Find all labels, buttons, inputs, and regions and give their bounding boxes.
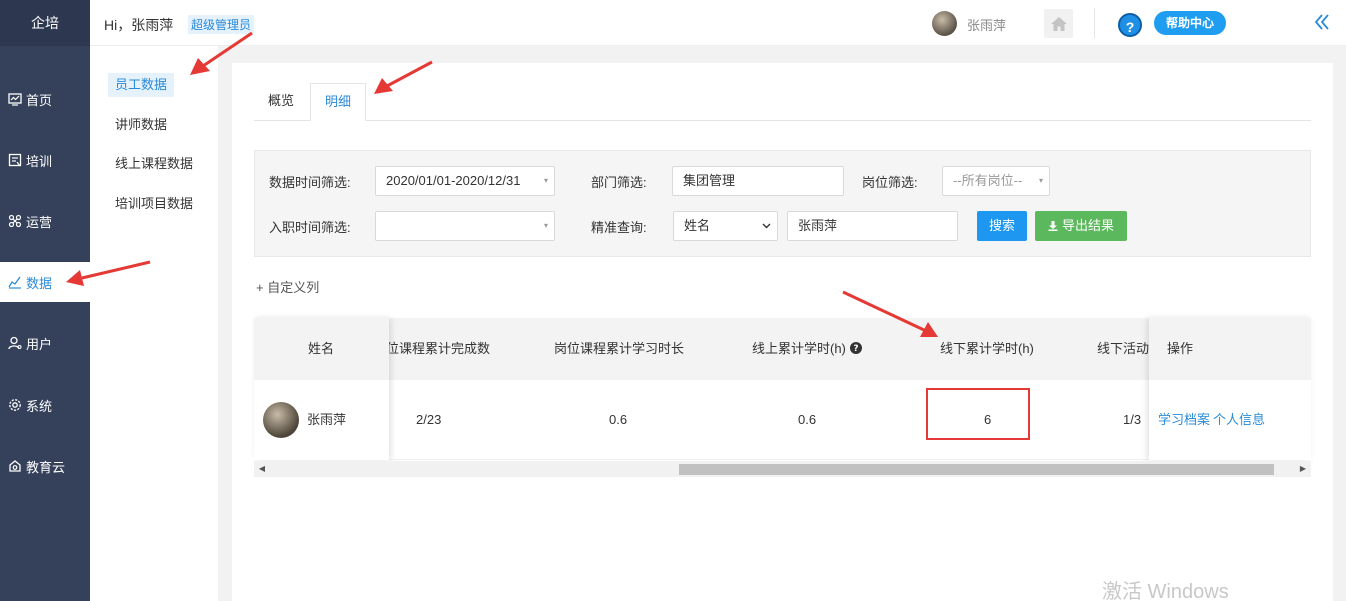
- header-username[interactable]: 张雨萍: [967, 15, 1006, 34]
- chevron-down-icon: ▾: [1038, 176, 1043, 185]
- fixed-name-column: 姓名 张雨萍: [254, 318, 389, 460]
- dept-filter-label: 部门筛选:: [591, 175, 647, 190]
- role-badge: 超级管理员: [188, 15, 255, 34]
- cell-offline-hours: 6: [984, 412, 992, 427]
- top-header: Hi，张雨萍 超级管理员 张雨萍 ? 帮助中心: [90, 0, 1346, 46]
- employee-data-table: 位课程累计完成数 岗位课程累计学习时长 线上累计学时(h) ? 线下累计学时(h…: [254, 318, 1311, 478]
- avatar[interactable]: [932, 11, 957, 36]
- chevron-down-icon: ▾: [543, 221, 548, 230]
- tab-bar: 概览 明细: [254, 83, 1311, 121]
- home-button[interactable]: [1044, 9, 1073, 38]
- chevron-down-icon: ▾: [543, 176, 548, 185]
- download-icon: [1048, 221, 1058, 231]
- post-filter-select[interactable]: --所有岗位-- ▾: [942, 166, 1050, 196]
- precise-query-label: 精准查询:: [591, 220, 647, 235]
- cell-post-course-done: 2/23: [416, 412, 442, 427]
- submenu-item-online-course-data[interactable]: 线上课程数据: [108, 152, 200, 176]
- scrollbar-thumb[interactable]: [679, 464, 1274, 475]
- search-button[interactable]: 搜索: [977, 211, 1027, 241]
- chevron-down-icon: [762, 212, 771, 240]
- post-filter-label: 岗位筛选:: [862, 175, 918, 190]
- cell-post-course-hours: 0.6: [609, 412, 628, 427]
- dashboard-icon: [8, 92, 22, 106]
- learning-archive-link[interactable]: 学习档案: [1158, 380, 1210, 460]
- header-divider: [1094, 8, 1095, 38]
- nav-item-data[interactable]: 数据: [0, 262, 90, 302]
- dept-filter-input[interactable]: 集团管理: [672, 166, 844, 196]
- cell-online-hours: 0.6: [798, 412, 817, 427]
- join-time-range-input[interactable]: ▾: [375, 211, 555, 241]
- cell-offline-activity: 1/3: [1123, 412, 1142, 427]
- nav-item-system[interactable]: 系统: [0, 385, 90, 425]
- filter-panel: 数据时间筛选: 2020/01/01-2020/12/31 ▾ 部门筛选: 集团管…: [254, 150, 1311, 257]
- precise-query-input[interactable]: 张雨萍: [787, 211, 958, 241]
- submenu-item-employee-data[interactable]: 员工数据: [108, 73, 175, 97]
- gear-icon: [8, 398, 22, 412]
- col-online-hours: 线上累计学时(h) ?: [752, 318, 862, 380]
- col-name: 姓名: [308, 341, 335, 356]
- content-panel: 概览 明细 数据时间筛选: 2020/01/01-2020/12/31 ▾ 部门筛…: [232, 63, 1333, 601]
- nav-item-operations[interactable]: 运营: [0, 201, 90, 241]
- horizontal-scrollbar[interactable]: ◀ ▶: [254, 461, 1311, 477]
- submenu-item-training-project-data[interactable]: 培训项目数据: [108, 192, 200, 216]
- avatar: [263, 402, 299, 438]
- help-center-button[interactable]: 帮助中心: [1154, 11, 1227, 35]
- data-time-label: 数据时间筛选:: [269, 175, 351, 190]
- cloud-icon: [8, 459, 22, 473]
- double-chevron-left-icon: [1314, 14, 1329, 30]
- data-chart-icon: [8, 275, 22, 289]
- operations-icon: [8, 214, 22, 228]
- col-actions: 操作: [1167, 341, 1194, 356]
- fixed-actions-column: 操作 学习档案 个人信息: [1149, 318, 1311, 460]
- nav-item-home[interactable]: 首页: [0, 79, 90, 119]
- question-circle-icon[interactable]: ?: [849, 342, 862, 354]
- training-icon: [8, 153, 22, 167]
- col-post-course-done: 位课程累计完成数: [386, 341, 491, 356]
- precise-field-select[interactable]: 姓名: [673, 211, 778, 241]
- help-question-icon[interactable]: ?: [1118, 13, 1142, 37]
- col-offline-activity: 线下活动: [1097, 341, 1150, 356]
- main-nav: 企培 首页 培训 运营 数据 用户 系统 教育云: [0, 0, 90, 601]
- collapse-sidebar-button[interactable]: [1312, 12, 1332, 32]
- svg-text:?: ?: [853, 344, 858, 354]
- scroll-right-arrow-icon[interactable]: ▶: [1295, 461, 1311, 477]
- col-offline-hours: 线下累计学时(h): [940, 341, 1034, 356]
- tab-overview[interactable]: 概览: [254, 83, 308, 121]
- nav-item-users[interactable]: 用户: [0, 323, 90, 363]
- tab-detail[interactable]: 明细: [310, 83, 367, 121]
- join-time-label: 入职时间筛选:: [269, 220, 351, 235]
- export-results-button[interactable]: 导出结果: [1035, 211, 1127, 241]
- home-icon: [1050, 16, 1067, 31]
- scroll-left-arrow-icon[interactable]: ◀: [254, 461, 270, 477]
- greeting: Hi，张雨萍: [104, 17, 174, 33]
- user-icon: [8, 336, 22, 350]
- submenu-item-lecturer-data[interactable]: 讲师数据: [108, 113, 174, 137]
- cell-name: 张雨萍: [307, 412, 347, 427]
- windows-activation-watermark: 激活 Windows: [1102, 581, 1229, 601]
- nav-item-training[interactable]: 培训: [0, 140, 90, 180]
- data-submenu: 员工数据 讲师数据 线上课程数据 培训项目数据: [90, 46, 218, 601]
- data-time-range-input[interactable]: 2020/01/01-2020/12/31 ▾: [375, 166, 555, 196]
- nav-item-edu-cloud[interactable]: 教育云: [0, 446, 90, 486]
- brand-logo: 企培: [0, 0, 90, 46]
- personal-info-link[interactable]: 个人信息: [1213, 380, 1265, 460]
- col-post-course-hours: 岗位课程累计学习时长: [554, 341, 685, 356]
- custom-columns-button[interactable]: + 自定义列: [256, 277, 319, 296]
